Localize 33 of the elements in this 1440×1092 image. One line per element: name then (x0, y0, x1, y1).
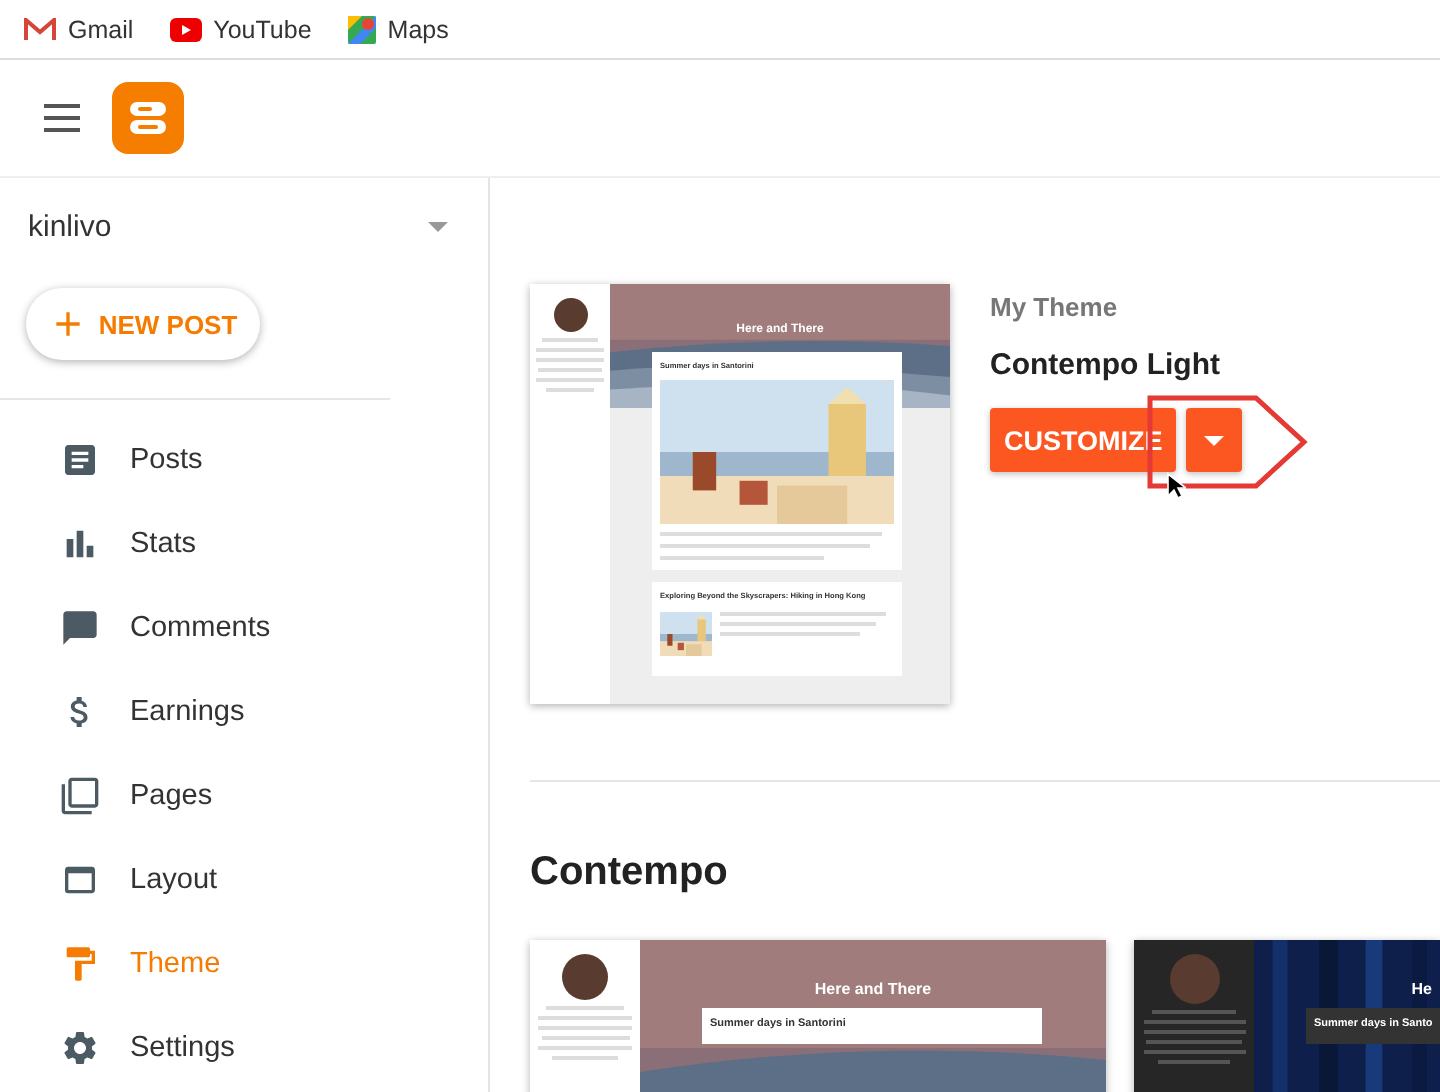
caret-icon (1204, 435, 1225, 445)
avatar (562, 954, 608, 1000)
blog-title: He (1411, 980, 1432, 998)
bookmark-link[interactable]: Gmail (24, 15, 134, 43)
speech-bubble-icon (60, 608, 100, 648)
blogger-logo[interactable] (112, 82, 184, 154)
blog-selector[interactable]: kinlivo (0, 178, 488, 274)
bookmark-link[interactable]: YouTube (169, 15, 312, 43)
nav-item[interactable]: Stats (0, 502, 488, 586)
blog-name: kinlivo (28, 209, 112, 243)
settings-icon (60, 1028, 100, 1068)
caret-icon (428, 221, 448, 231)
theme-caption: My Theme (990, 292, 1120, 322)
nav-item[interactable]: Comments (0, 586, 488, 670)
nav-item[interactable]: Posts (0, 418, 488, 502)
map-icon (347, 15, 376, 43)
envelope-icon (24, 17, 56, 41)
nav-item[interactable]: Settings (0, 1006, 488, 1090)
nav-item[interactable]: Pages (0, 754, 488, 838)
avatar (553, 298, 587, 332)
play-icon (169, 17, 202, 41)
menu-icon[interactable] (44, 104, 80, 132)
avatar (1169, 954, 1219, 1004)
theme-name: Contempo Light (990, 348, 1222, 382)
cursor-icon (1166, 472, 1186, 500)
nav-item[interactable]: Earnings (0, 670, 488, 754)
stacked-squares-icon (60, 776, 100, 816)
bookmark-link[interactable]: Maps (347, 15, 449, 43)
nav-item[interactable]: Layout (0, 838, 488, 922)
dropdown-button[interactable] (1186, 408, 1243, 472)
document-icon (60, 440, 100, 480)
section-title: Contempo (530, 850, 730, 896)
blog-title: Here and There (814, 980, 932, 998)
